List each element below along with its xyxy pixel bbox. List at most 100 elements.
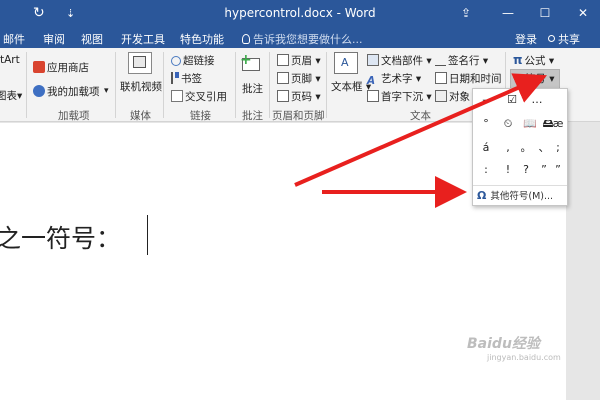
online-video-icon	[128, 52, 152, 74]
comment-button[interactable]: 批注	[242, 81, 263, 96]
symbol-ellipsis[interactable]: …	[528, 91, 546, 109]
addins-group-label: 加载项	[58, 110, 90, 122]
cross-reference-label: 交叉引用	[185, 91, 227, 103]
symbol-clock[interactable]: ⏲	[499, 115, 517, 133]
symbol-period-cn[interactable]: 。	[517, 139, 535, 157]
login-link[interactable]: 登录	[515, 31, 537, 47]
tab-special-features[interactable]: 特色功能	[180, 31, 224, 47]
wordart-icon: A	[367, 75, 376, 87]
symbol-colon[interactable]: :	[477, 161, 495, 179]
symbol-semicolon[interactable]: ;	[549, 139, 567, 157]
textbox-label: 文本框	[331, 81, 363, 93]
symbol-checkbox[interactable]: ☑	[503, 91, 521, 109]
datetime-button[interactable]: 日期和时间	[435, 71, 502, 86]
header-button[interactable]: 页眉 ▾	[277, 53, 321, 68]
wordart-label: 艺术字	[381, 73, 413, 85]
signature-icon	[435, 54, 446, 66]
calendar-icon	[435, 72, 447, 84]
symbol-quote-right-2[interactable]: ”	[549, 161, 567, 179]
omega-icon: Ω	[477, 189, 487, 202]
page-number-button[interactable]: 页码 ▾	[277, 89, 321, 104]
link-icon	[171, 56, 181, 66]
watermark-text: Baidu经验	[467, 336, 540, 352]
bookmark-button[interactable]: 书签	[171, 71, 202, 86]
page-number-icon	[277, 90, 289, 102]
media-group-label: 媒体	[130, 110, 151, 122]
restore-button[interactable]: ☐	[532, 2, 558, 24]
object-icon	[435, 90, 447, 102]
textbox-icon: A	[334, 52, 358, 74]
comments-group-label: 批注	[242, 110, 263, 122]
chart-button[interactable]: 图表▾	[0, 88, 22, 103]
symbol-en-dash[interactable]: –	[476, 91, 494, 109]
cross-reference-button[interactable]: 交叉引用	[171, 89, 227, 104]
symbol-comma[interactable]: ,	[499, 139, 517, 157]
my-addins-dropdown-icon[interactable]: ▾	[104, 86, 109, 96]
tab-developer[interactable]: 开发工具	[121, 31, 165, 47]
tab-view[interactable]: 视图	[81, 31, 103, 47]
comment-icon: +	[240, 52, 264, 74]
person-icon	[548, 35, 555, 42]
textbox-button[interactable]: 文本框 ▾	[331, 79, 371, 94]
symbol-gallery: – ☑ … ° ⏲ 📖 🖴 æ á , 。 、 ; : ! ? ” ” Ω 其他符…	[472, 88, 568, 206]
ribbon-tabs: 邮件 审阅 视图 开发工具 特色功能 告诉我您想要做什么... 登录 共享	[0, 28, 600, 48]
symbol-degree[interactable]: °	[477, 115, 495, 133]
my-addins-button[interactable]: 我的加载项	[33, 84, 100, 99]
symbol-question[interactable]: ?	[517, 161, 535, 179]
chart-label: 图表	[0, 90, 17, 102]
bookmark-icon	[171, 72, 179, 84]
text-group-label: 文本	[410, 110, 431, 122]
links-group-label: 链接	[190, 110, 211, 122]
symbol-book[interactable]: 📖	[521, 115, 539, 133]
pi-icon: π	[513, 53, 523, 67]
hyperlink-button[interactable]: 超链接	[171, 53, 215, 68]
store-icon	[33, 61, 45, 73]
symbol-button[interactable]: Ω符号 ▾	[510, 69, 560, 89]
cross-reference-icon	[171, 90, 183, 102]
hyperlink-label: 超链接	[183, 55, 215, 67]
footer-icon	[277, 72, 289, 84]
tell-me-placeholder: 告诉我您想要做什么...	[253, 33, 363, 46]
text-cursor	[147, 215, 148, 255]
signature-label: 签名行	[448, 55, 480, 67]
store-button[interactable]: 应用商店	[33, 60, 89, 75]
more-symbols-label: 其他符号(M)...	[490, 191, 554, 202]
tab-review[interactable]: 审阅	[43, 31, 65, 47]
more-symbols-button[interactable]: Ω 其他符号(M)...	[473, 185, 567, 205]
symbol-ae[interactable]: æ	[549, 115, 567, 133]
baidu-watermark: Baidu经验 jingyan.baidu.com	[467, 333, 577, 362]
equation-button[interactable]: π 公式 ▾	[513, 53, 554, 68]
tab-mailings[interactable]: 邮件	[3, 31, 25, 47]
footer-label: 页脚	[291, 73, 312, 85]
ribbon-display-options-button[interactable]: ⇪	[453, 2, 479, 24]
my-addins-label: 我的加载项	[47, 86, 100, 98]
signature-line-button[interactable]: 签名行 ▾	[435, 53, 488, 68]
title-bar: ↻ ⇣ hypercontrol.docx - Word ⇪ — ☐ ✕	[0, 0, 600, 28]
minimize-button[interactable]: —	[495, 2, 521, 24]
share-label: 共享	[558, 33, 580, 46]
watermark-url: jingyan.baidu.com	[487, 353, 561, 362]
quick-parts-icon	[367, 54, 379, 66]
dropcap-icon	[367, 90, 379, 102]
symbol-a-acute[interactable]: á	[477, 139, 495, 157]
symbol-label: 符号	[524, 73, 546, 85]
dropcap-label: 首字下沉	[381, 91, 423, 103]
store-label: 应用商店	[47, 62, 89, 74]
close-button[interactable]: ✕	[570, 2, 596, 24]
header-footer-group-label: 页眉和页脚	[272, 110, 325, 122]
share-button[interactable]: 共享	[548, 31, 580, 47]
tell-me-box[interactable]: 告诉我您想要做什么...	[242, 31, 363, 47]
equation-label: 公式	[524, 55, 546, 67]
header-icon	[277, 54, 289, 66]
footer-button[interactable]: 页脚 ▾	[277, 71, 321, 86]
online-video-button[interactable]: 联机视频	[120, 79, 162, 94]
chart-dropdown-icon: ▾	[17, 90, 23, 102]
wordart-button[interactable]: A 艺术字 ▾	[367, 71, 421, 87]
addins-icon	[33, 85, 45, 97]
symbol-exclamation[interactable]: !	[499, 161, 517, 179]
dropcap-button[interactable]: 首字下沉 ▾	[367, 89, 432, 104]
quick-parts-button[interactable]: 文档部件 ▾	[367, 53, 432, 68]
smartart-button[interactable]: tArt	[0, 54, 20, 66]
header-label: 页眉	[291, 55, 312, 67]
bookmark-label: 书签	[181, 73, 202, 85]
